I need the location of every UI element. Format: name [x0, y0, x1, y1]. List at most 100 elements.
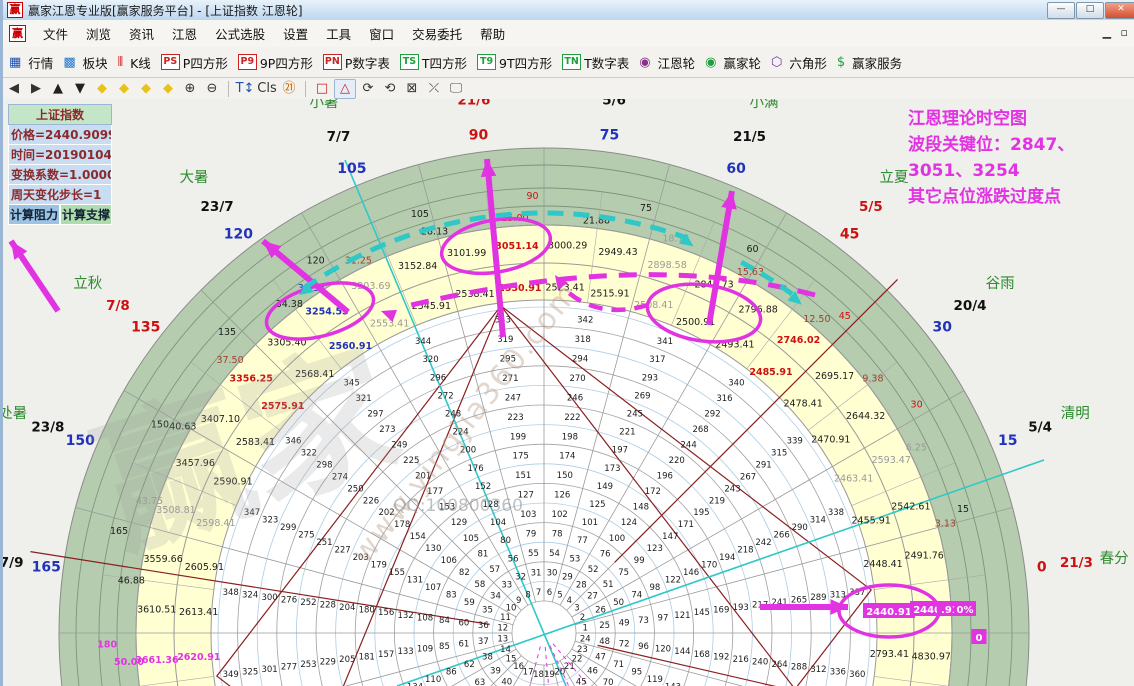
- toolbar-六角形[interactable]: ⬡六角形: [771, 53, 827, 72]
- toolbar-赢家轮[interactable]: ◉赢家轮: [705, 53, 761, 72]
- maximize-button[interactable]: □: [1076, 2, 1104, 19]
- wheel-label: 122: [665, 576, 681, 586]
- wheel-label: 171: [678, 520, 694, 530]
- menu-item-资讯[interactable]: 资讯: [120, 24, 163, 45]
- toolbar-行情[interactable]: ▦行情: [9, 53, 53, 72]
- diamond-down-icon[interactable]: ◆: [158, 80, 178, 98]
- wheel-label: 121: [674, 611, 690, 621]
- menu-item-交易委托[interactable]: 交易委托: [403, 24, 471, 45]
- wheel-label: 82: [459, 568, 470, 578]
- wheel-label: 205: [339, 655, 355, 665]
- wheel-label: 56: [508, 554, 519, 564]
- ts-icon: TS: [400, 54, 419, 70]
- blocks-icon: ▩: [63, 55, 75, 70]
- wheel-label: 2644.32: [846, 411, 885, 422]
- wheel-label: 6.25: [906, 442, 927, 453]
- toolbar-9P四方形[interactable]: P99P四方形: [238, 53, 313, 72]
- box-x-icon[interactable]: ⊠: [402, 80, 422, 98]
- wheel-label: 60: [458, 618, 469, 628]
- wheel-label: 107: [425, 583, 441, 593]
- calc-resistance-button[interactable]: 计算阻力: [8, 205, 60, 225]
- wheel-label: 192: [713, 652, 729, 662]
- toolbar-江恩轮[interactable]: ◉江恩轮: [639, 53, 695, 72]
- close-button[interactable]: ✕: [1105, 2, 1134, 19]
- tri-down-icon[interactable]: ▼: [70, 80, 90, 98]
- title-bar[interactable]: 赢 赢家江恩专业版[赢家服务平台] - [上证指数 江恩轮] — □ ✕: [3, 0, 1134, 21]
- tri-up-icon[interactable]: ▲: [48, 80, 68, 98]
- wheel-label: 62: [464, 660, 475, 670]
- wheel-label: 246: [567, 393, 583, 403]
- menu-item-浏览[interactable]: 浏览: [77, 24, 120, 45]
- wheel-label: 19: [544, 670, 555, 680]
- wheel-label: 109: [417, 645, 433, 655]
- calendar-icon[interactable]: ㉑: [279, 80, 299, 98]
- cls-button[interactable]: Cls: [257, 80, 277, 98]
- wheel-label: 240: [752, 657, 768, 667]
- wheel-label: 90: [469, 127, 489, 143]
- arrow-left-icon[interactable]: ◀: [4, 80, 24, 98]
- wheel-label: 34: [490, 592, 501, 602]
- wheel-label: 3.13: [935, 519, 956, 530]
- collapse-icon[interactable]: ⤫: [424, 80, 444, 98]
- wheel-label: 5: [557, 591, 562, 601]
- wheel-label: 340: [728, 378, 744, 388]
- rotate-ccw-icon[interactable]: ⟲: [380, 80, 400, 98]
- toolbar-P四方形[interactable]: PSP四方形: [161, 53, 228, 72]
- wheel-label: 75: [600, 127, 619, 143]
- toolbar-板块[interactable]: ▩板块: [63, 53, 107, 72]
- diamond-up-icon[interactable]: ◆: [136, 80, 156, 98]
- menu-item-江恩[interactable]: 江恩: [163, 24, 206, 45]
- wheel-label: 2553.41: [370, 318, 409, 329]
- minimize-button[interactable]: —: [1047, 2, 1075, 19]
- wheel-label: 293: [642, 373, 658, 383]
- toolbar-9T四方形[interactable]: T99T四方形: [477, 53, 552, 72]
- diamond-right-icon[interactable]: ◆: [114, 80, 134, 98]
- wheel-label: 132: [397, 611, 413, 621]
- calc-support-button[interactable]: 计算支撑: [60, 205, 112, 225]
- wheel-label: 53: [570, 554, 581, 564]
- toolbar-P数字表[interactable]: PNP数字表: [323, 53, 390, 72]
- menu-item-设置[interactable]: 设置: [274, 24, 317, 45]
- triangle-tool-icon[interactable]: △: [334, 79, 356, 99]
- toolbar-赢家服务[interactable]: $赢家服务: [837, 53, 902, 72]
- wheel-label: 120: [307, 255, 325, 266]
- wheel-label: 2542.61: [891, 502, 930, 513]
- toolbar-T数字表[interactable]: TNT数字表: [562, 53, 629, 72]
- wheel-label: 165: [32, 559, 61, 575]
- rotate-cw-icon[interactable]: ⟳: [358, 80, 378, 98]
- toolbar-T四方形[interactable]: TST四方形: [400, 53, 467, 72]
- info-row: 时间=20190104: [8, 145, 112, 165]
- wheel-label: 17: [523, 667, 534, 677]
- wheel-label: 152: [475, 482, 491, 492]
- wheel-label: 98: [649, 583, 660, 593]
- arrow-right-icon[interactable]: ▶: [26, 80, 46, 98]
- window-title: 赢家江恩专业版[赢家服务平台] - [上证指数 江恩轮]: [28, 2, 303, 19]
- wheel-label: 243: [724, 484, 740, 494]
- menu-item-公式选股[interactable]: 公式选股: [206, 24, 274, 45]
- wheel-label: 129: [451, 518, 467, 528]
- wheel-label: 324: [242, 590, 258, 600]
- wheel-label: 193: [733, 603, 749, 613]
- wheel-label: 80: [500, 536, 511, 546]
- wheel-label: 174: [559, 452, 575, 462]
- screen-icon[interactable]: 🖵: [446, 80, 466, 98]
- toolbar-label: 行情: [28, 53, 53, 72]
- wheel-label: 立秋: [73, 275, 102, 292]
- wheel-label: 2620.91: [177, 652, 220, 663]
- updown-icon[interactable]: T↕: [235, 80, 255, 98]
- square-tool-icon[interactable]: □: [312, 80, 332, 98]
- mdi-window-controls[interactable]: ▁ ▫: [1103, 26, 1131, 39]
- menu-item-文件[interactable]: 文件: [34, 24, 77, 45]
- zoom-out-icon[interactable]: ⊖: [202, 80, 222, 98]
- zoom-in-icon[interactable]: ⊕: [180, 80, 200, 98]
- wheel-label: QQ:100800360: [393, 496, 523, 516]
- menu-item-帮助[interactable]: 帮助: [471, 24, 514, 45]
- menu-item-窗口[interactable]: 窗口: [360, 24, 403, 45]
- toolbar-K线[interactable]: ⫴K线: [118, 53, 151, 72]
- wheel-label: 173: [604, 464, 620, 474]
- note-line: 3051、3254: [908, 158, 1134, 184]
- menu-item-工具[interactable]: 工具: [317, 24, 360, 45]
- toolbar-label: 六角形: [789, 53, 827, 72]
- wheel-label: 13: [497, 634, 508, 644]
- diamond-left-icon[interactable]: ◆: [92, 80, 112, 98]
